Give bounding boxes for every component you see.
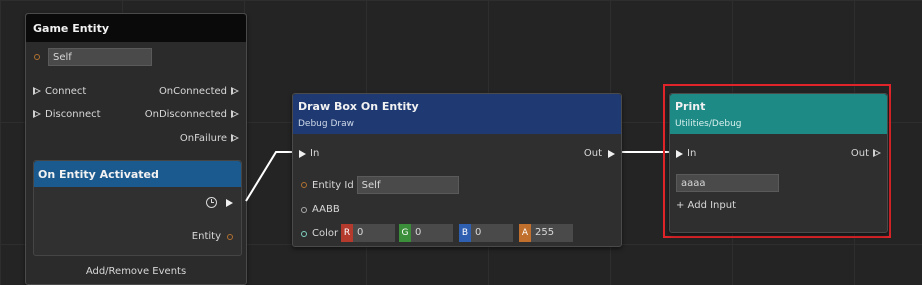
print-in-exec-icon[interactable] (676, 149, 683, 158)
color-b-field[interactable]: B 0 (459, 224, 513, 242)
wire-activated-to-drawbox (245, 151, 298, 202)
entity-label: Entity (191, 231, 221, 242)
print-out-row: Out (851, 148, 881, 159)
aabb-label: AABB (312, 204, 340, 215)
g-tag: G (399, 224, 411, 242)
on-failure-exec-icon[interactable] (231, 134, 239, 143)
print-in-label: In (687, 148, 697, 159)
draw-box-out-label: Out (583, 148, 602, 159)
print-in-row: In (676, 148, 696, 159)
print-text-input[interactable]: aaaa (676, 174, 779, 192)
draw-box-in-row: In (299, 148, 319, 159)
on-entity-activated-title: On Entity Activated (38, 168, 159, 181)
on-connected-exec-icon[interactable] (231, 87, 239, 96)
print-out-exec-icon[interactable] (873, 149, 881, 158)
add-remove-events-button[interactable]: Add/Remove Events (26, 266, 246, 277)
connect-exec-icon[interactable] (33, 87, 41, 96)
add-input-button[interactable]: + Add Input (676, 200, 736, 211)
draw-box-out-exec-icon[interactable] (608, 149, 615, 158)
disconnect-row: Disconnect (33, 109, 101, 120)
game-entity-title: Game Entity (33, 22, 110, 35)
print-out-label: Out (850, 148, 869, 159)
draw-box-in-exec-icon[interactable] (299, 149, 306, 158)
entity-id-row: Entity Id Self (301, 176, 459, 194)
b-tag: B (459, 224, 471, 242)
a-tag: A (519, 224, 531, 242)
draw-box-in-label: In (310, 148, 320, 159)
game-entity-node[interactable]: Game Entity Self Connect OnConnected Dis… (25, 13, 247, 285)
r-value[interactable]: 0 (353, 224, 395, 242)
on-failure-row: OnFailure (180, 133, 239, 144)
color-row: Color (301, 228, 338, 239)
color-label: Color (312, 228, 339, 239)
entity-id-label: Entity Id (312, 179, 354, 191)
game-entity-header[interactable]: Game Entity (26, 14, 246, 42)
connect-label: Connect (45, 86, 87, 97)
entity-row: Entity (192, 231, 233, 242)
disconnect-label: Disconnect (45, 109, 101, 120)
on-disconnected-label: OnDisconnected (144, 109, 227, 120)
on-disconnected-row: OnDisconnected (145, 109, 239, 120)
draw-box-title: Draw Box On Entity (298, 100, 419, 113)
color-g-field[interactable]: G 0 (399, 224, 453, 242)
a-value[interactable]: 255 (531, 224, 573, 242)
b-value[interactable]: 0 (471, 224, 513, 242)
color-pin-icon[interactable] (301, 230, 307, 237)
clock-icon (206, 197, 217, 208)
r-tag: R (341, 224, 353, 242)
connect-row: Connect (33, 86, 86, 97)
entity-id-input[interactable]: Self (356, 176, 459, 194)
draw-box-subtitle: Debug Draw (298, 119, 354, 129)
draw-box-header[interactable]: Draw Box On Entity Debug Draw (293, 94, 621, 134)
activated-exec-out-icon[interactable] (226, 199, 233, 207)
print-title: Print (675, 100, 706, 113)
print-subtitle: Utilities/Debug (675, 119, 742, 129)
self-row: Self (34, 48, 152, 66)
color-a-field[interactable]: A 255 (519, 224, 573, 242)
on-connected-label: OnConnected (158, 86, 227, 97)
color-r-field[interactable]: R 0 (341, 224, 395, 242)
on-entity-activated-node[interactable]: On Entity Activated Entity (33, 160, 242, 256)
on-disconnected-exec-icon[interactable] (231, 110, 239, 119)
print-node[interactable]: Print Utilities/Debug In Out aaaa + Add … (669, 93, 888, 233)
on-entity-activated-header[interactable]: On Entity Activated (34, 161, 241, 187)
on-connected-row: OnConnected (159, 86, 239, 97)
self-input[interactable]: Self (48, 48, 152, 66)
on-failure-label: OnFailure (179, 133, 227, 144)
entity-id-pin-icon[interactable] (301, 182, 307, 188)
print-header[interactable]: Print Utilities/Debug (670, 94, 887, 134)
aabb-row: AABB (301, 204, 340, 215)
entity-pin-icon[interactable] (34, 54, 40, 60)
g-value[interactable]: 0 (411, 224, 453, 242)
entity-out-pin-icon[interactable] (227, 233, 233, 240)
draw-box-out-row: Out (584, 148, 615, 159)
draw-box-node[interactable]: Draw Box On Entity Debug Draw In Out Ent… (292, 93, 622, 247)
aabb-pin-icon[interactable] (301, 206, 307, 213)
disconnect-exec-icon[interactable] (33, 110, 41, 119)
